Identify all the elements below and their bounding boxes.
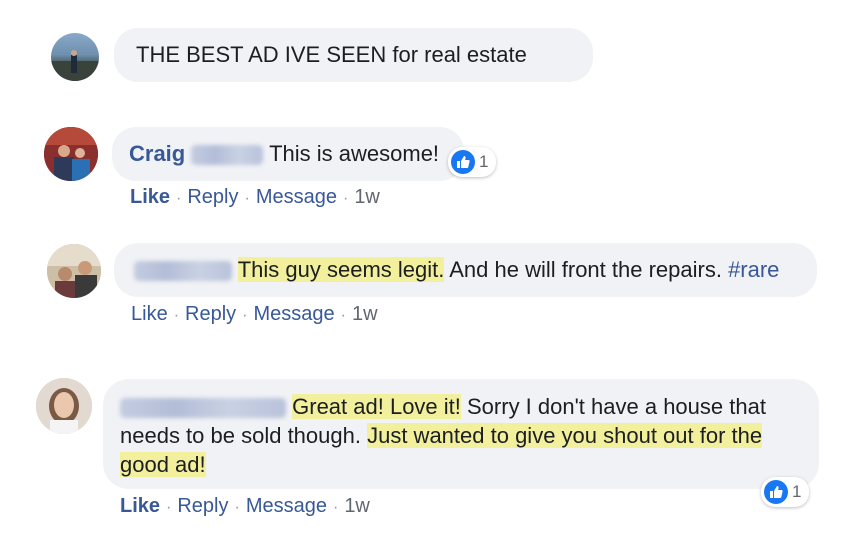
blurred-name	[191, 145, 264, 166]
comment-text: This is awesome!	[269, 141, 440, 166]
commenter-name[interactable]: Craig	[129, 141, 185, 166]
message-button[interactable]: Message	[256, 186, 337, 208]
comment-bubble: This guy seems legit. And he will front …	[114, 243, 817, 297]
reply-button[interactable]: Reply	[187, 186, 238, 208]
comment-actions: Like · Reply · Message · 1w	[130, 186, 380, 209]
reaction-badge[interactable]: 1	[448, 147, 497, 177]
avatar[interactable]	[47, 244, 101, 298]
like-button[interactable]: Like	[130, 186, 170, 208]
thumbs-up-icon	[451, 150, 475, 174]
avatar-image	[44, 127, 98, 181]
timestamp[interactable]: 1w	[352, 303, 378, 325]
avatar[interactable]	[51, 33, 99, 81]
blurred-name	[134, 261, 232, 282]
reply-button[interactable]: Reply	[177, 495, 228, 517]
timestamp[interactable]: 1w	[344, 495, 370, 517]
hashtag-link[interactable]: #rare	[728, 257, 779, 282]
separator-dot: ·	[244, 190, 250, 207]
avatar-image	[51, 50, 99, 81]
separator-dot: ·	[166, 499, 172, 516]
separator-dot: ·	[242, 307, 248, 324]
thumbs-up-icon	[764, 480, 788, 504]
comment-bubble: Craig This is awesome!	[112, 127, 464, 181]
avatar-image	[47, 244, 101, 298]
comment-bubble: Great ad! Love it! Sorry I don't have a …	[103, 379, 819, 489]
reaction-badge[interactable]: 1	[761, 477, 810, 507]
highlighted-text: This guy seems legit.	[237, 257, 445, 282]
avatar-image	[36, 378, 92, 434]
highlighted-text: Great ad! Love it!	[292, 394, 461, 419]
reaction-count: 1	[479, 152, 489, 171]
reply-button[interactable]: Reply	[185, 303, 236, 325]
timestamp[interactable]: 1w	[354, 186, 380, 208]
comment-bubble: THE BEST AD IVE SEEN for real estate	[114, 28, 593, 82]
blurred-name	[120, 398, 286, 419]
comment-text: And he will front the repairs.	[444, 257, 729, 282]
separator-dot: ·	[342, 190, 349, 207]
separator-dot: ·	[234, 499, 240, 516]
comment-text: THE BEST AD IVE SEEN for real estate	[136, 42, 527, 67]
message-button[interactable]: Message	[246, 495, 327, 517]
separator-dot: ·	[332, 499, 339, 516]
avatar[interactable]	[44, 127, 98, 181]
separator-dot: ·	[340, 307, 346, 324]
comment-actions: Like · Reply · Message · 1w	[131, 303, 378, 326]
separator-dot: ·	[173, 307, 180, 324]
avatar[interactable]	[36, 378, 92, 434]
reaction-count: 1	[792, 482, 802, 501]
like-button[interactable]: Like	[120, 495, 160, 517]
like-button[interactable]: Like	[131, 303, 168, 325]
separator-dot: ·	[176, 190, 182, 207]
comment-actions: Like · Reply · Message · 1w	[120, 495, 370, 518]
message-button[interactable]: Message	[254, 303, 335, 325]
